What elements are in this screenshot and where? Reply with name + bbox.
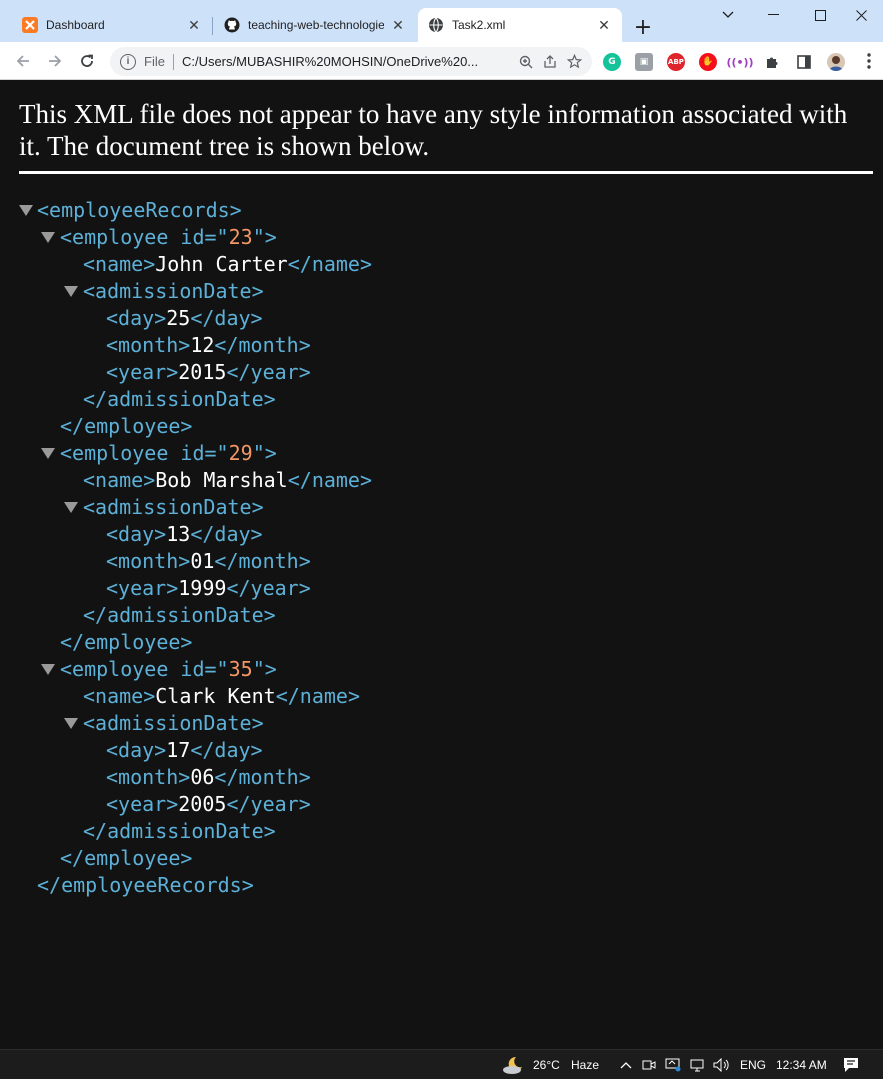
- collapse-triangle-icon[interactable]: [41, 664, 55, 675]
- xml-month-element: <month>01</month>: [106, 549, 311, 573]
- minimize-button[interactable]: [750, 0, 796, 30]
- collapse-triangle-icon[interactable]: [19, 205, 33, 216]
- chevron-up-icon[interactable]: [620, 1050, 632, 1079]
- weather-temp[interactable]: 26°C: [533, 1050, 560, 1079]
- close-icon[interactable]: ✕: [186, 17, 202, 33]
- xml-admission-open: <admissionDate>: [83, 495, 264, 519]
- volume-icon[interactable]: [713, 1050, 731, 1079]
- globe-icon: [428, 17, 444, 33]
- collapse-triangle-icon[interactable]: [41, 232, 55, 243]
- adblock-plus-icon[interactable]: ABP: [667, 53, 685, 71]
- xml-day-element: <day>13</day>: [106, 522, 263, 546]
- xml-root-close: </employeeRecords>: [37, 873, 254, 897]
- xml-year-element: <year>1999</year>: [106, 576, 311, 600]
- xml-admission-close: </admissionDate>: [83, 387, 276, 411]
- collapse-triangle-icon[interactable]: [64, 286, 78, 297]
- adblock-icon[interactable]: ✋: [699, 53, 717, 71]
- collapse-triangle-icon[interactable]: [64, 502, 78, 513]
- page-content: This XML file does not appear to have an…: [0, 81, 883, 1049]
- maximize-button[interactable]: [797, 0, 843, 30]
- tab-title: Dashboard: [46, 18, 105, 32]
- chevron-down-icon[interactable]: [705, 0, 751, 30]
- notice-divider: [19, 171, 873, 174]
- weather-condition[interactable]: Haze: [571, 1050, 599, 1079]
- close-icon[interactable]: ✕: [390, 17, 406, 33]
- tab-task2-xml[interactable]: Task2.xml ✕: [418, 8, 622, 42]
- tab-github[interactable]: teaching-web-technologie ✕: [214, 8, 416, 42]
- collapse-triangle-icon[interactable]: [41, 448, 55, 459]
- side-panel-icon[interactable]: [795, 53, 813, 71]
- new-tab-button[interactable]: +: [630, 14, 656, 40]
- meet-icon[interactable]: [642, 1050, 656, 1079]
- github-icon: [224, 17, 240, 33]
- xml-admission-close: </admissionDate>: [83, 819, 276, 843]
- xml-employee-open: <employee id="23">: [60, 225, 277, 249]
- share-icon[interactable]: [538, 54, 562, 69]
- xml-month-element: <month>06</month>: [106, 765, 311, 789]
- xml-admission-close: </admissionDate>: [83, 603, 276, 627]
- input-language[interactable]: ENG: [740, 1050, 766, 1079]
- back-button[interactable]: [9, 47, 37, 75]
- close-window-button[interactable]: [838, 0, 883, 30]
- xml-employee-close: </employee>: [60, 630, 193, 654]
- tab-title: Task2.xml: [452, 18, 506, 32]
- xml-employee-close: </employee>: [60, 846, 193, 870]
- xml-day-element: <day>17</day>: [106, 738, 263, 762]
- clock-time[interactable]: 12:34 AM: [776, 1050, 827, 1079]
- xml-year-element: <year>2015</year>: [106, 360, 311, 384]
- display-icon[interactable]: [665, 1050, 681, 1079]
- xml-year-element: <year>2005</year>: [106, 792, 311, 816]
- notifications-icon[interactable]: [843, 1050, 859, 1079]
- xml-name-element: <name>John Carter</name>: [83, 252, 373, 276]
- xml-name-element: <name>Bob Marshal</name>: [83, 468, 373, 492]
- url-text[interactable]: C:/Users/MUBASHIR%20MOHSIN/OneDrive%20..…: [182, 54, 514, 69]
- tab-divider: [212, 17, 213, 35]
- broadcast-icon[interactable]: ((•)): [726, 53, 753, 71]
- tab-strip: Dashboard ✕ teaching-web-technologie ✕ T…: [0, 0, 883, 42]
- xampp-icon: [22, 17, 38, 33]
- info-icon[interactable]: i: [120, 53, 136, 70]
- grammarly-icon[interactable]: G: [603, 53, 621, 71]
- xml-admission-open: <admissionDate>: [83, 279, 264, 303]
- star-icon[interactable]: [562, 54, 586, 69]
- xml-day-element: <day>25</day>: [106, 306, 263, 330]
- xml-no-style-notice: This XML file does not appear to have an…: [19, 99, 848, 161]
- address-bar[interactable]: i File C:/Users/MUBASHIR%20MOHSIN/OneDri…: [110, 47, 592, 76]
- zoom-icon[interactable]: [514, 55, 538, 69]
- xml-root-open: <employeeRecords>: [37, 198, 242, 222]
- network-icon[interactable]: [690, 1050, 706, 1079]
- xml-employee-close: </employee>: [60, 414, 193, 438]
- profile-avatar[interactable]: [827, 53, 845, 71]
- xml-admission-open: <admissionDate>: [83, 711, 264, 735]
- extension-photo-icon[interactable]: ▣: [635, 53, 653, 71]
- weather-icon[interactable]: [502, 1050, 526, 1079]
- xml-employee-open: <employee id="35">: [60, 657, 277, 681]
- url-scheme: File: [144, 54, 165, 69]
- windows-taskbar: 26°C Haze ENG 12:34 AM: [0, 1049, 883, 1079]
- tab-dashboard[interactable]: Dashboard ✕: [12, 8, 212, 42]
- menu-dots-icon[interactable]: [855, 47, 883, 75]
- forward-button[interactable]: [41, 47, 69, 75]
- collapse-triangle-icon[interactable]: [64, 718, 78, 729]
- reload-button[interactable]: [73, 47, 101, 75]
- close-icon[interactable]: ✕: [596, 17, 612, 33]
- omnibox-divider: [172, 53, 174, 70]
- browser-toolbar: i File C:/Users/MUBASHIR%20MOHSIN/OneDri…: [0, 42, 883, 80]
- puzzle-icon[interactable]: [763, 53, 781, 71]
- xml-name-element: <name>Clark Kent</name>: [83, 684, 360, 708]
- xml-month-element: <month>12</month>: [106, 333, 311, 357]
- xml-employee-open: <employee id="29">: [60, 441, 277, 465]
- tab-title: teaching-web-technologie: [248, 18, 384, 32]
